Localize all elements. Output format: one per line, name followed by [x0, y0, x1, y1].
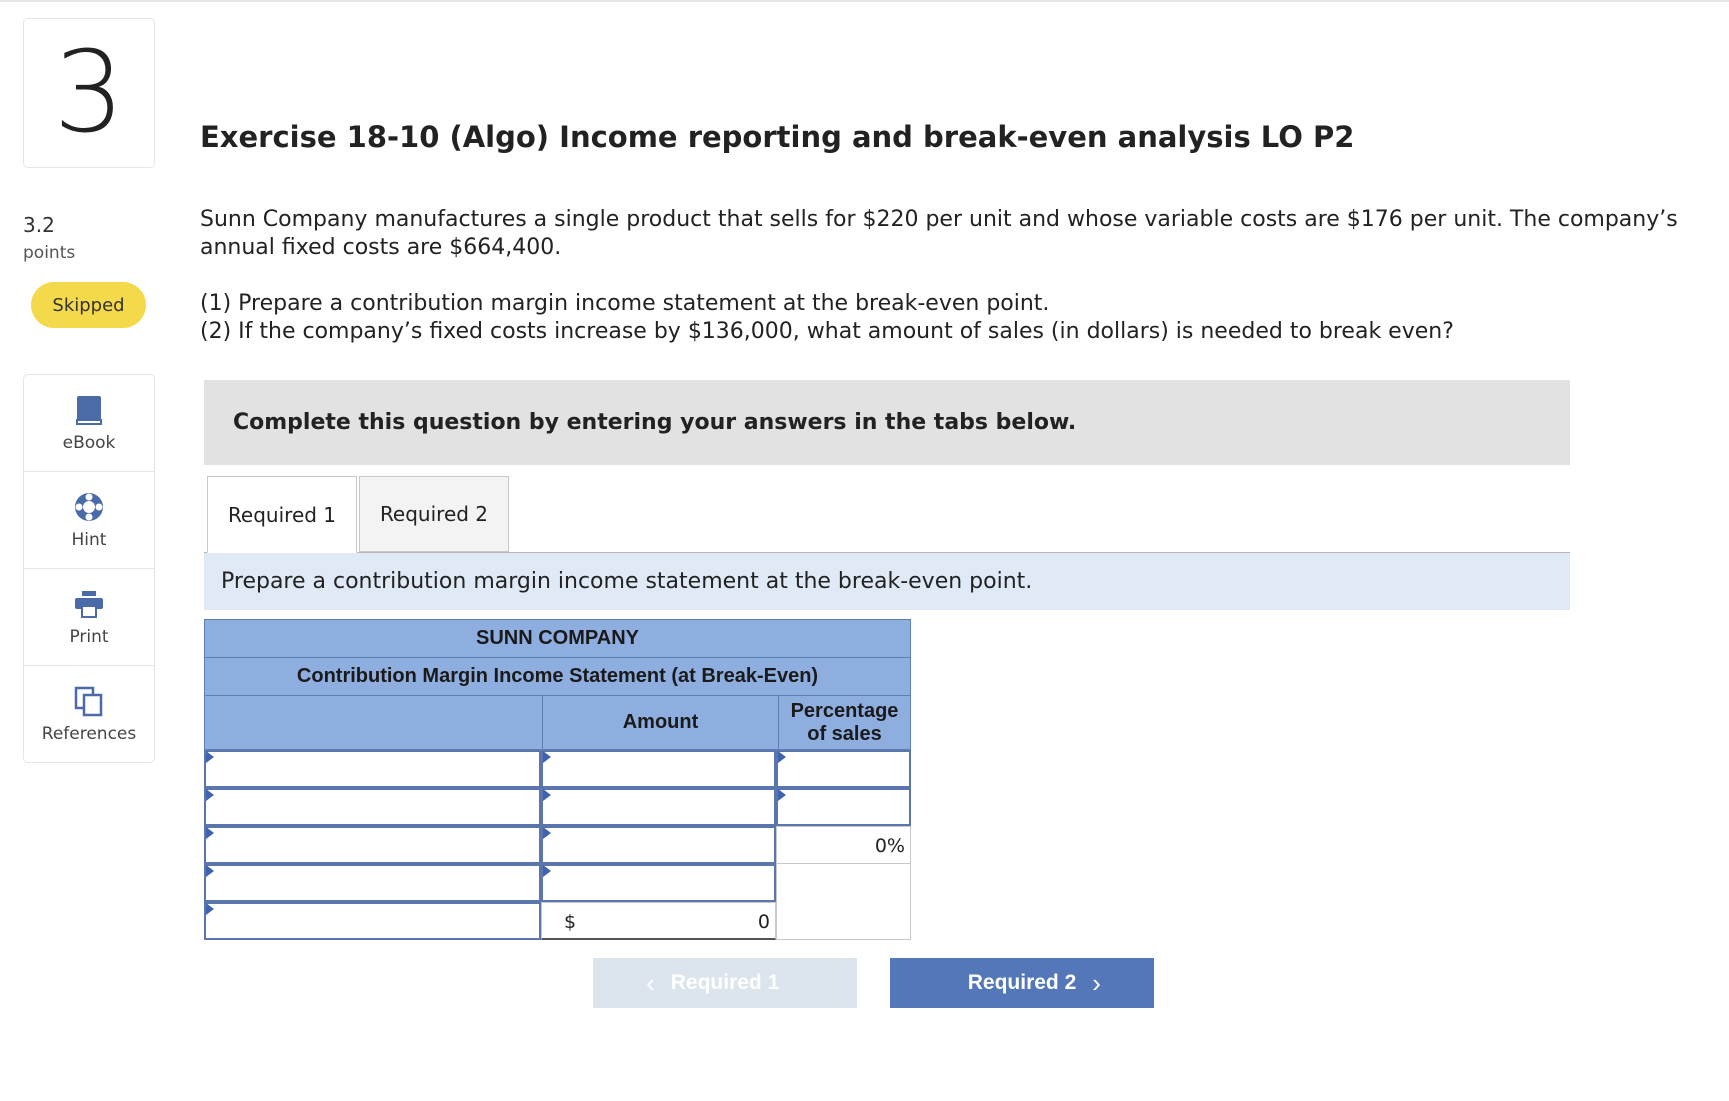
- question-number-box: 3: [23, 18, 155, 168]
- row-5-percentage-blank: [776, 902, 911, 940]
- table-row: [204, 864, 911, 902]
- prev-required-button[interactable]: ‹ Required 1 ›: [593, 958, 857, 1008]
- copy-pages-icon: [72, 684, 106, 718]
- income-statement-table: SUNN COMPANY Contribution Margin Income …: [204, 619, 911, 940]
- row-4-percentage-blank: [776, 864, 911, 902]
- hint-button[interactable]: Hint: [24, 472, 154, 569]
- dollar-sign: $: [564, 911, 577, 933]
- prev-button-label: Required 1: [670, 971, 780, 994]
- row-4-label-input[interactable]: [204, 864, 541, 902]
- ebook-button[interactable]: eBook: [24, 375, 154, 472]
- table-row: $ 0: [204, 902, 911, 940]
- table-row: 0%: [204, 826, 911, 864]
- ebook-label: eBook: [62, 433, 116, 453]
- question-description: Sunn Company manufactures a single produ…: [200, 207, 1678, 260]
- statement-title: Contribution Margin Income Statement (at…: [204, 658, 911, 696]
- row-3-label-input[interactable]: [204, 826, 541, 864]
- row-5-label-input[interactable]: [204, 902, 541, 940]
- print-label: Print: [69, 627, 109, 647]
- top-divider: [0, 0, 1729, 2]
- next-button-label: Required 2: [967, 971, 1077, 994]
- row-3-percentage-value: 0%: [874, 835, 905, 857]
- amount-column-header: Amount: [543, 696, 779, 749]
- row-4-amount-input[interactable]: [541, 864, 776, 902]
- row-1-percentage-input[interactable]: [776, 750, 911, 788]
- printer-icon: [72, 587, 106, 621]
- row-5-amount-value: 0: [757, 911, 770, 933]
- book-icon: [72, 393, 106, 427]
- hint-label: Hint: [71, 530, 107, 550]
- row-5-amount-readonly: $ 0: [541, 902, 776, 940]
- percentage-header-line1: Percentage: [790, 699, 899, 722]
- tab-required-2[interactable]: Required 2: [359, 476, 509, 552]
- question-number: 3: [53, 28, 125, 158]
- row-3-amount-input[interactable]: [541, 826, 776, 864]
- lifebuoy-icon: [72, 490, 106, 524]
- row-2-amount-input[interactable]: [541, 788, 776, 826]
- row-2-label-input[interactable]: [204, 788, 541, 826]
- tool-panel: eBook Hint Print References: [23, 374, 155, 763]
- references-label: References: [41, 724, 137, 744]
- print-button[interactable]: Print: [24, 569, 154, 666]
- references-button[interactable]: References: [24, 666, 154, 762]
- percentage-header-line2: of sales: [807, 722, 882, 745]
- points-value: 3.2: [23, 213, 55, 237]
- chevron-right-icon: ›: [1092, 967, 1101, 998]
- exercise-title: Exercise 18-10 (Algo) Income reporting a…: [200, 120, 1355, 154]
- table-row: [204, 750, 911, 788]
- question-tasks: (1) Prepare a contribution margin income…: [200, 290, 1700, 346]
- instruction-banner: Complete this question by entering your …: [204, 380, 1570, 465]
- company-name: SUNN COMPANY: [204, 619, 911, 658]
- percentage-column-header: Percentage of sales: [779, 696, 910, 749]
- requirement-prompt: Prepare a contribution margin income sta…: [204, 553, 1570, 610]
- label-column-header: [205, 696, 543, 749]
- row-2-percentage-input[interactable]: [776, 788, 911, 826]
- tab-bar: Required 1 Required 2: [204, 476, 1570, 553]
- row-1-amount-input[interactable]: [541, 750, 776, 788]
- column-headers: Amount Percentage of sales: [204, 696, 911, 750]
- chevron-left-icon: ‹: [646, 967, 655, 998]
- table-row: [204, 788, 911, 826]
- row-3-percentage-readonly: 0%: [776, 826, 911, 864]
- next-required-button[interactable]: ‹ Required 2 ›: [890, 958, 1154, 1008]
- task-1: (1) Prepare a contribution margin income…: [200, 291, 1050, 316]
- points-label: points: [23, 243, 76, 263]
- row-1-label-input[interactable]: [204, 750, 541, 788]
- task-2: (2) If the company’s fixed costs increas…: [200, 319, 1454, 344]
- tab-required-1[interactable]: Required 1: [207, 476, 357, 553]
- status-badge: Skipped: [31, 282, 146, 328]
